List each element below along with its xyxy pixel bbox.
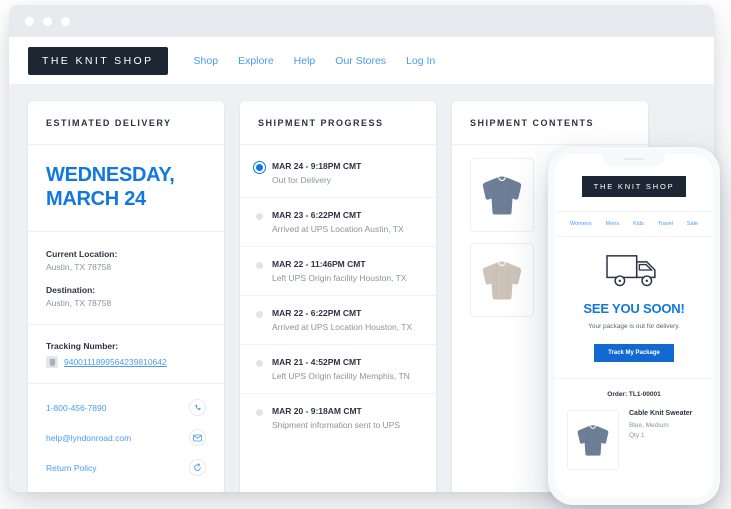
- timeline-event: MAR 23 - 6:22PM CMT Arrived at UPS Locat…: [240, 198, 436, 247]
- delivery-truck-icon: [606, 255, 656, 287]
- phone-nav-item-womens[interactable]: Womens: [570, 221, 592, 227]
- email-link[interactable]: help@lyndonroad.com: [46, 433, 131, 443]
- timeline-event: MAR 22 - 6:22PM CMT Arrived at UPS Locat…: [240, 296, 436, 345]
- phone-icon[interactable]: [189, 399, 206, 416]
- timeline-event: MAR 24 - 9:18PM CMT Out for Delivery: [240, 149, 436, 198]
- minimize-dot[interactable]: [43, 16, 52, 26]
- timeline-bullet: [256, 360, 263, 367]
- phone-nav: Womens Mens Kids Travel Sale: [555, 212, 713, 237]
- return-policy-link[interactable]: Return Policy: [46, 463, 97, 473]
- event-date: MAR 20 - 9:18AM CMT: [272, 406, 362, 416]
- screenshot-stage: THE KNIT SHOP Shop Explore Help Our Stor…: [0, 0, 731, 509]
- phone-order-item: Cable Knit Sweater Blue, Medium Qty 1: [555, 406, 713, 482]
- site-header: THE KNIT SHOP Shop Explore Help Our Stor…: [9, 37, 714, 85]
- event-description: Arrived at UPS Location Austin, TX: [272, 224, 404, 234]
- event-description: Out for Delivery: [272, 175, 332, 185]
- track-my-package-button[interactable]: Track My Package: [594, 344, 674, 362]
- timeline-event: MAR 20 - 9:18AM CMT Shipment information…: [240, 394, 436, 442]
- shipment-contents-title: SHIPMENT CONTENTS: [452, 101, 648, 145]
- site-logo[interactable]: THE KNIT SHOP: [28, 46, 168, 75]
- ups-icon: [46, 356, 58, 368]
- envelope-icon[interactable]: [189, 429, 206, 446]
- phone-item-variant: Blue, Medium: [629, 422, 669, 429]
- phone-item-details: Cable Knit Sweater Blue, Medium Qty 1: [629, 410, 692, 442]
- phone-nav-item-kids[interactable]: Kids: [633, 221, 644, 227]
- phone-headline: SEE YOU SOON!: [583, 301, 685, 316]
- event-date: MAR 22 - 6:22PM CMT: [272, 308, 362, 318]
- main-nav: Shop Explore Help Our Stores Log In: [194, 55, 436, 67]
- phone-mockup: THE KNIT SHOP Womens Mens Kids Travel Sa…: [548, 147, 720, 505]
- timeline-bullet: [256, 409, 263, 416]
- phone-nav-item-mens[interactable]: Mens: [606, 221, 619, 227]
- tracking-row: 9400111899564239810642: [46, 356, 206, 368]
- event-description: Left UPS Origin facility Houston, TX: [272, 273, 407, 283]
- event-date: MAR 24 - 9:18PM CMT: [272, 161, 362, 171]
- nav-item-help[interactable]: Help: [294, 55, 316, 67]
- browser-titlebar: [9, 5, 714, 37]
- nav-item-our-stores[interactable]: Our Stores: [335, 55, 386, 67]
- event-list: MAR 24 - 9:18PM CMT Out for Delivery MAR…: [240, 145, 436, 448]
- tracking-number[interactable]: 9400111899564239810642: [64, 357, 167, 367]
- phone-screen: THE KNIT SHOP Womens Mens Kids Travel Sa…: [555, 154, 713, 498]
- close-dot[interactable]: [25, 16, 34, 26]
- return-arrow-icon[interactable]: [189, 459, 206, 476]
- timeline-bullet: [256, 262, 263, 269]
- event-description: Arrived at UPS Location Houston, TX: [272, 322, 413, 332]
- current-location-value: Austin, TX 78758: [46, 262, 112, 272]
- phone-nav-item-travel[interactable]: Travel: [658, 221, 673, 227]
- contact-row-phone: 1-800-456-7890: [46, 399, 206, 416]
- destination-label: Destination:: [46, 285, 96, 295]
- tracking-block: Tracking Number: 9400111899564239810642: [28, 325, 224, 384]
- phone-order-number: Order: TL1-00001: [607, 391, 661, 398]
- location-block: Current Location: Austin, TX 78758 Desti…: [28, 232, 224, 325]
- eta-weekday: WEDNESDAY,: [46, 164, 175, 186]
- timeline-bullet: [256, 311, 263, 318]
- timeline-bullet-active: [256, 164, 263, 171]
- nav-item-explore[interactable]: Explore: [238, 55, 274, 67]
- eta-date: MARCH 24: [46, 188, 146, 210]
- nav-item-log-in[interactable]: Log In: [406, 55, 435, 67]
- estimated-delivery-card: ESTIMATED DELIVERY WEDNESDAY, MARCH 24 C…: [28, 101, 224, 492]
- phone-nav-item-sale[interactable]: Sale: [687, 221, 698, 227]
- estimated-delivery-title: ESTIMATED DELIVERY: [28, 101, 224, 145]
- shipment-progress-card: SHIPMENT PROGRESS MAR 24 - 9:18PM CMT Ou…: [240, 101, 436, 492]
- phone-item-name: Cable Knit Sweater: [629, 410, 693, 417]
- tracking-label: Tracking Number:: [46, 341, 119, 351]
- maximize-dot[interactable]: [61, 16, 70, 26]
- nav-item-shop[interactable]: Shop: [194, 55, 219, 67]
- event-description: Left UPS Origin facility Memphis, TN: [272, 371, 410, 381]
- event-date: MAR 22 - 11:46PM CMT: [272, 259, 366, 269]
- phone-speaker: [623, 158, 645, 160]
- contact-block: 1-800-456-7890 help@lyndonroad.com Retur…: [28, 384, 224, 492]
- phone-notch: [603, 154, 665, 166]
- phone-item-qty: Qty 1: [629, 432, 645, 439]
- beige-sweater-thumbnail[interactable]: [470, 243, 534, 317]
- blue-sweater-thumbnail[interactable]: [470, 158, 534, 232]
- contact-row-return: Return Policy: [46, 459, 206, 476]
- event-date: MAR 21 - 4:52PM CMT: [272, 357, 362, 367]
- timeline-bullet: [256, 213, 263, 220]
- phone-hero: SEE YOU SOON! Your package is out for de…: [555, 237, 713, 379]
- event-description: Shipment information sent to UPS: [272, 420, 401, 430]
- destination-value: Austin, TX 78758: [46, 298, 112, 308]
- event-date: MAR 23 - 6:22PM CMT: [272, 210, 362, 220]
- phone-link[interactable]: 1-800-456-7890: [46, 403, 107, 413]
- eta-block: WEDNESDAY, MARCH 24: [28, 145, 224, 232]
- phone-logo[interactable]: THE KNIT SHOP: [581, 176, 687, 197]
- phone-subline: Your package is out for delivery.: [588, 323, 680, 330]
- phone-sweater-thumbnail[interactable]: [567, 410, 619, 470]
- contact-row-email: help@lyndonroad.com: [46, 429, 206, 446]
- timeline-event: MAR 21 - 4:52PM CMT Left UPS Origin faci…: [240, 345, 436, 394]
- current-location-label: Current Location:: [46, 249, 118, 259]
- timeline-event: MAR 22 - 11:46PM CMT Left UPS Origin fac…: [240, 247, 436, 296]
- shipment-progress-title: SHIPMENT PROGRESS: [240, 101, 436, 145]
